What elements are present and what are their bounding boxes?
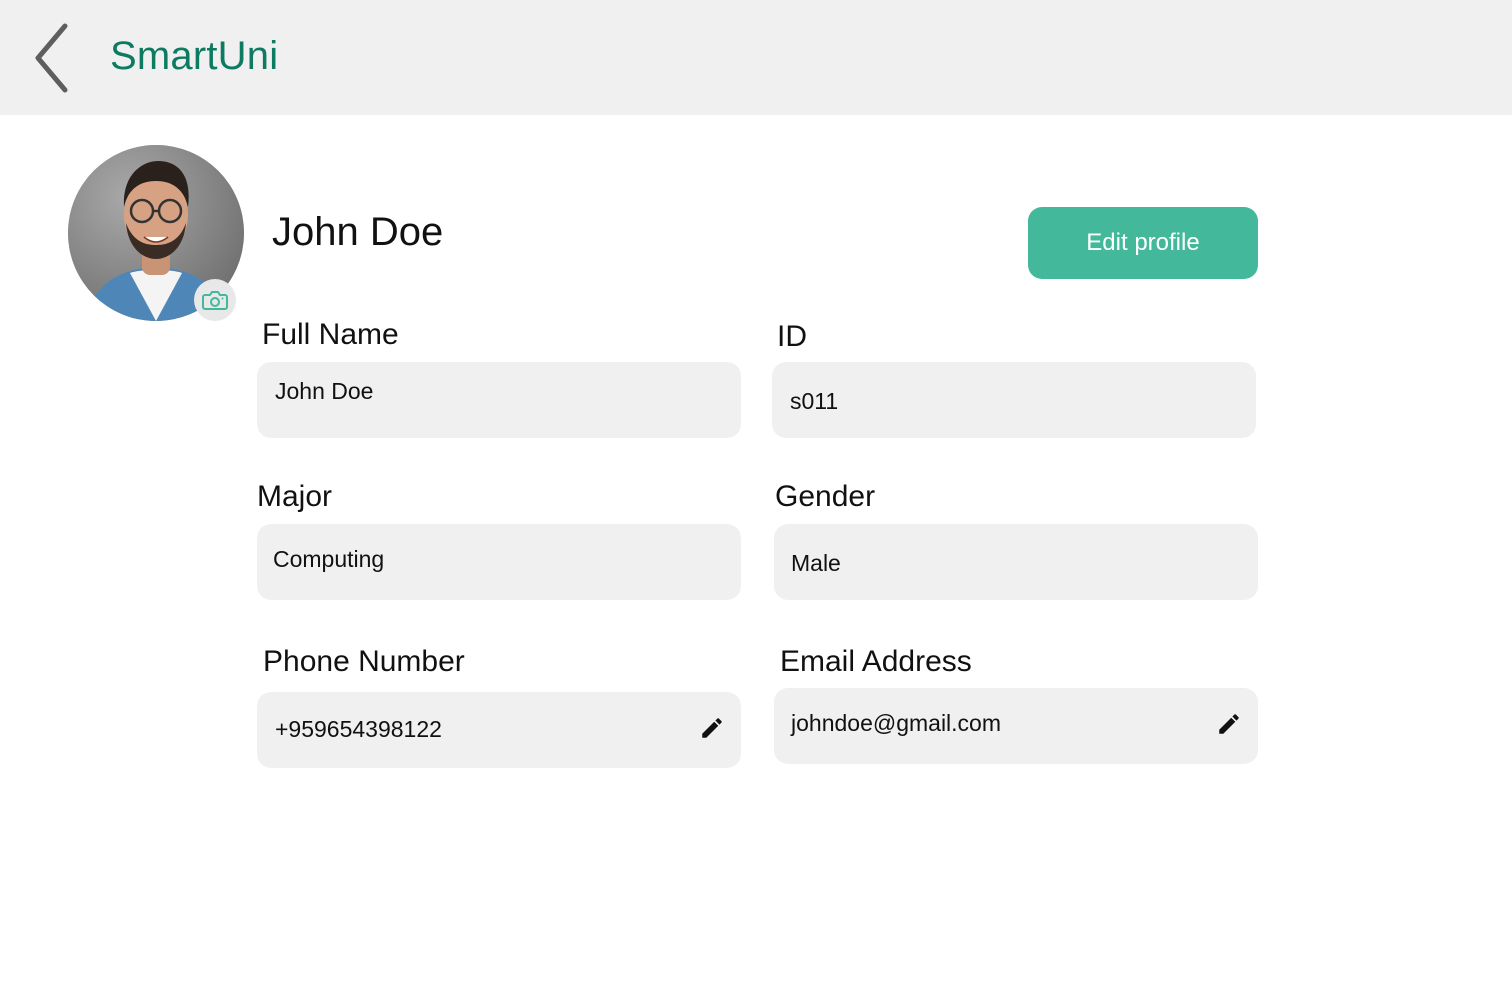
avatar-container bbox=[68, 145, 244, 321]
app-title: SmartUni bbox=[110, 34, 279, 78]
gender-label: Gender bbox=[775, 480, 876, 513]
id-field[interactable]: s011 bbox=[772, 362, 1256, 438]
full-name-field[interactable]: John Doe bbox=[257, 362, 741, 438]
edit-profile-button[interactable]: Edit profile bbox=[1028, 207, 1258, 279]
major-field[interactable]: Computing bbox=[257, 524, 741, 600]
phone-value: +959654398122 bbox=[275, 716, 442, 742]
gender-field[interactable]: Male bbox=[774, 524, 1258, 600]
id-label: ID bbox=[777, 320, 807, 353]
app-header: SmartUni bbox=[0, 0, 1512, 115]
email-label: Email Address bbox=[780, 645, 972, 678]
full-name-label: Full Name bbox=[262, 318, 399, 351]
email-field[interactable]: johndoe@gmail.com bbox=[774, 688, 1258, 764]
email-value: johndoe@gmail.com bbox=[791, 710, 1002, 736]
phone-field[interactable]: +959654398122 bbox=[257, 692, 741, 768]
gender-value: Male bbox=[791, 550, 841, 576]
full-name-value: John Doe bbox=[275, 378, 374, 404]
id-value: s011 bbox=[790, 388, 839, 414]
pencil-icon bbox=[1219, 714, 1239, 734]
major-value: Computing bbox=[273, 546, 385, 572]
back-button[interactable] bbox=[26, 20, 78, 96]
edit-email-button[interactable] bbox=[1214, 709, 1244, 739]
camera-icon bbox=[202, 291, 228, 310]
edit-phone-button[interactable] bbox=[697, 713, 727, 743]
major-label: Major bbox=[257, 480, 333, 513]
pencil-icon bbox=[702, 718, 722, 738]
change-photo-button[interactable] bbox=[194, 279, 236, 321]
phone-label: Phone Number bbox=[263, 645, 465, 678]
profile-name: John Doe bbox=[272, 210, 444, 254]
chevron-left-icon bbox=[35, 23, 68, 93]
